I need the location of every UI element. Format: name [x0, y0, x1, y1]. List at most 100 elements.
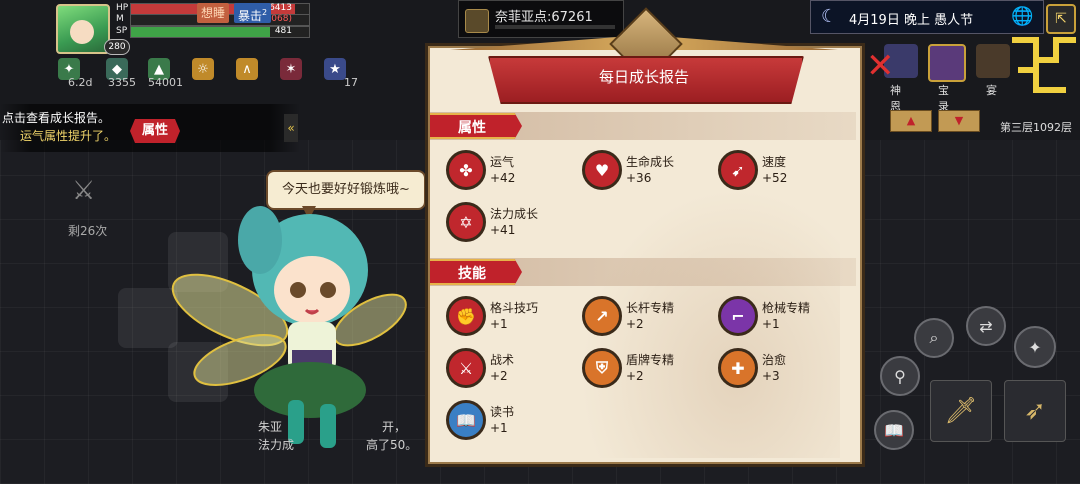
- bow-attack-icon[interactable]: ➶: [1004, 380, 1066, 442]
- attribute-button[interactable]: 属性: [130, 119, 180, 143]
- npc-text-line-2b: 高了50。: [366, 438, 418, 452]
- minimap[interactable]: [1006, 30, 1080, 110]
- attr-name: 法力成长: [490, 207, 539, 221]
- sp-label: SP: [116, 26, 128, 36]
- notification-line-2: 运气属性提升了。: [20, 129, 117, 143]
- shield-icon: ⛨: [582, 348, 622, 388]
- wing-icon: ➹: [718, 150, 758, 190]
- crit-label: 暴击: [238, 9, 263, 23]
- star-icon[interactable]: ★: [324, 58, 346, 80]
- magic-circle-icon: ✡: [446, 202, 486, 242]
- attr-value: +36: [626, 171, 652, 185]
- skill-entry-fight: ✊ 格斗技巧 +1: [446, 296, 576, 342]
- skill-entry-heal: ✚ 治愈 +3: [718, 348, 848, 394]
- mp-label: M: [116, 14, 124, 24]
- crit-level: 2: [262, 8, 268, 17]
- skill-entry-reading: 📖 读书 +1: [446, 400, 576, 446]
- gun-icon: ⌐: [718, 296, 758, 336]
- crossed-swords-icon[interactable]: ⚔: [72, 176, 95, 206]
- search-icon[interactable]: ⌕: [914, 318, 954, 358]
- hero-avatar[interactable]: [56, 4, 110, 54]
- sp-value: 481: [274, 26, 292, 36]
- skill-value: +1: [490, 421, 508, 435]
- status-value: 3355: [108, 76, 136, 89]
- date-bar[interactable]: ☾ 4月19日 晚上 愚人节 🌐: [810, 0, 1044, 34]
- compass-icon[interactable]: ✦: [1014, 326, 1056, 368]
- skill-name: 战术: [490, 353, 515, 367]
- attr-name: 速度: [762, 155, 787, 169]
- sleepy-status-chip[interactable]: 想睡: [197, 3, 230, 23]
- npc-text-line-1: 朱亚: [258, 420, 283, 434]
- skill-name: 长杆专精: [626, 301, 675, 315]
- status-value: 54001: [148, 76, 183, 89]
- clover-icon: ✤: [446, 150, 486, 190]
- spear-icon: ↗: [582, 296, 622, 336]
- skill-name: 治愈: [762, 353, 787, 367]
- attr-value: +42: [490, 171, 516, 185]
- status-value: 6.2d: [68, 76, 93, 89]
- crit-status-chip[interactable]: 暴击2: [234, 3, 272, 23]
- attr-value: +52: [762, 171, 788, 185]
- magnifier-icon[interactable]: ⚲: [880, 356, 920, 396]
- globe-icon[interactable]: 🌐: [1011, 6, 1033, 27]
- sword-attack-icon[interactable]: 🗡: [930, 380, 992, 442]
- skill-entry-gun: ⌐ 枪械专精 +1: [718, 296, 848, 342]
- skill-name: 盾牌专精: [626, 353, 675, 367]
- rank-icon[interactable]: ∧: [236, 58, 258, 80]
- attr-entry-speed: ➹ 速度 +52: [718, 150, 848, 196]
- currency-progress: [495, 25, 615, 29]
- buff-icon[interactable]: ☼: [192, 58, 214, 80]
- skill-name: 格斗技巧: [490, 301, 539, 315]
- skill-entry-shield: ⛨ 盾牌专精 +2: [582, 348, 712, 394]
- close-icon[interactable]: ✕: [866, 46, 895, 86]
- bat-icon[interactable]: ✶: [280, 58, 302, 80]
- npc-dialogue-text: 朱亚 开， 法力成 高了50。: [258, 418, 417, 454]
- book-icon[interactable]: 📖: [874, 410, 914, 450]
- skill-value: +2: [626, 317, 644, 331]
- dpad-left[interactable]: [118, 288, 178, 348]
- skill-entry-tactics: ⚔ 战术 +2: [446, 348, 576, 394]
- attr-name: 生命成长: [626, 155, 675, 169]
- attr-section-header: 属性: [430, 113, 522, 139]
- swap-icon[interactable]: ⇄: [966, 306, 1006, 346]
- sword-count: 剩26次: [68, 224, 108, 238]
- floor-label: 第三层1092层: [1000, 121, 1072, 134]
- book-icon: 📖: [446, 400, 486, 440]
- attr-entry-luck: ✤ 运气 +42: [446, 150, 576, 196]
- floor-up-button[interactable]: ▲: [890, 110, 932, 132]
- attr-entry-life: ♥ 生命成长 +36: [582, 150, 712, 196]
- skill-value: +2: [490, 369, 508, 383]
- level-badge: 280: [104, 39, 130, 55]
- npc-text-line-1b: 开，: [382, 420, 407, 434]
- skill-entry-polearm: ↗ 长杆专精 +2: [582, 296, 712, 342]
- hp-label: HP: [116, 3, 129, 13]
- treasure-record-icon[interactable]: [928, 44, 966, 82]
- feast-label: 宴: [986, 84, 997, 97]
- tactics-icon: ⚔: [446, 348, 486, 388]
- skill-name: 枪械专精: [762, 301, 811, 315]
- heal-icon: ✚: [718, 348, 758, 388]
- notification-line-1: 点击查看成长报告。: [2, 111, 111, 125]
- skill-section-header: 技能: [430, 259, 522, 285]
- status-value: 17: [344, 76, 358, 89]
- currency-display[interactable]: 奈菲亚点:67261: [458, 0, 624, 38]
- skill-name: 读书: [490, 405, 515, 419]
- fist-icon: ✊: [446, 296, 486, 336]
- floor-down-button[interactable]: ▼: [938, 110, 980, 132]
- currency-text: 奈菲亚点:67261: [495, 10, 593, 25]
- date-text: 4月19日 晚上 愚人节: [849, 13, 974, 28]
- npc-text-line-2: 法力成: [258, 438, 295, 452]
- collapse-notification-button[interactable]: «: [284, 114, 298, 142]
- feast-icon[interactable]: [976, 44, 1010, 78]
- skill-value: +2: [626, 369, 644, 383]
- moon-icon: ☾: [821, 6, 838, 27]
- skill-value: +1: [490, 317, 508, 331]
- nephia-point-icon: [465, 9, 489, 33]
- attr-value: +41: [490, 223, 516, 237]
- dialog-title: 每日成长报告: [598, 68, 689, 86]
- attr-name: 运气: [490, 155, 515, 169]
- skill-value: +3: [762, 369, 780, 383]
- skill-value: +1: [762, 317, 780, 331]
- heart-icon: ♥: [582, 150, 622, 190]
- attr-entry-mana: ✡ 法力成长 +41: [446, 202, 576, 248]
